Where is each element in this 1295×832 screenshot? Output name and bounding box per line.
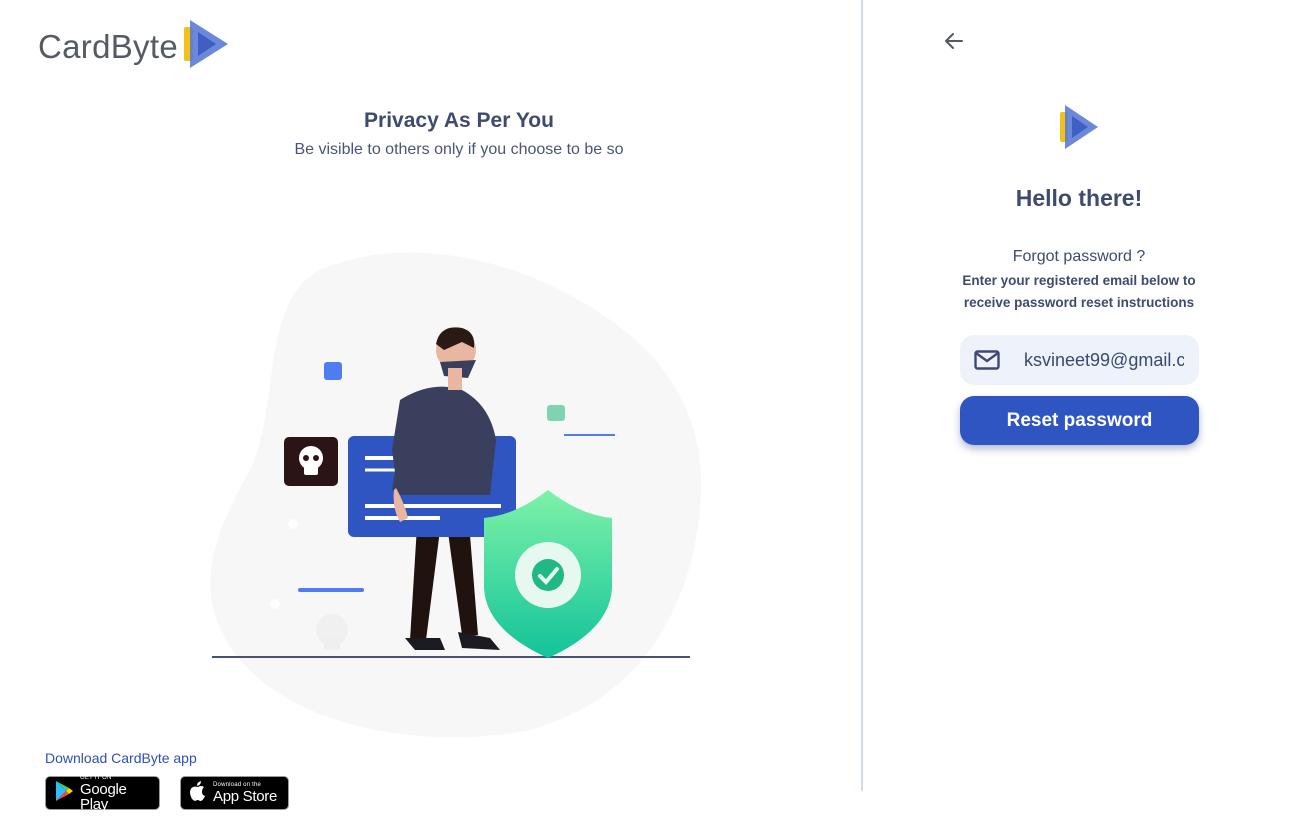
reset-password-button[interactable]: Reset password (960, 396, 1199, 445)
forgot-password-title: Forgot password ? (1012, 248, 1146, 265)
download-app-label: Download CardByte app (45, 750, 197, 766)
apple-icon (189, 780, 207, 807)
greeting-heading: Hello there! (1015, 185, 1143, 211)
brand-name-byte: Byte (110, 27, 178, 65)
cardbyte-play-logo-icon (1058, 104, 1100, 155)
brand-name: CardByte (38, 28, 178, 66)
email-input[interactable] (1024, 349, 1184, 371)
privacy-shield-illustration (200, 240, 720, 740)
skull-badge-icon (284, 437, 338, 486)
promo-panel: CardByte Privacy As Per You Be visible t… (0, 0, 861, 832)
google-play-icon (54, 780, 74, 807)
instructions-line-1: Enter your registered email below to (962, 273, 1196, 288)
reset-instructions: Enter your registered email below to rec… (863, 270, 1295, 314)
back-button[interactable] (941, 30, 967, 56)
brand-logo[interactable]: CardByte (38, 18, 230, 75)
promo-title: Privacy As Per You (364, 109, 554, 132)
arrow-left-icon (945, 32, 963, 54)
google-play-badge[interactable]: GET IT ON Google Play (45, 774, 160, 813)
auth-panel: Hello there! Forgot password ? Enter you… (863, 0, 1295, 832)
brand-name-card: Card (38, 27, 111, 65)
instructions-line-2: receive password reset instructions (963, 295, 1195, 310)
google-play-small-text: GET IT ON (80, 774, 112, 781)
app-store-big-text: App Store (213, 788, 278, 805)
promo-subtitle: Be visible to others only if you choose … (294, 141, 624, 158)
mail-icon (974, 350, 1000, 370)
cardbyte-play-logo-icon (183, 18, 230, 75)
app-store-badge[interactable]: Download on the App Store (180, 776, 289, 810)
google-play-big-text: Google Play (80, 780, 127, 813)
email-field[interactable] (960, 335, 1199, 385)
